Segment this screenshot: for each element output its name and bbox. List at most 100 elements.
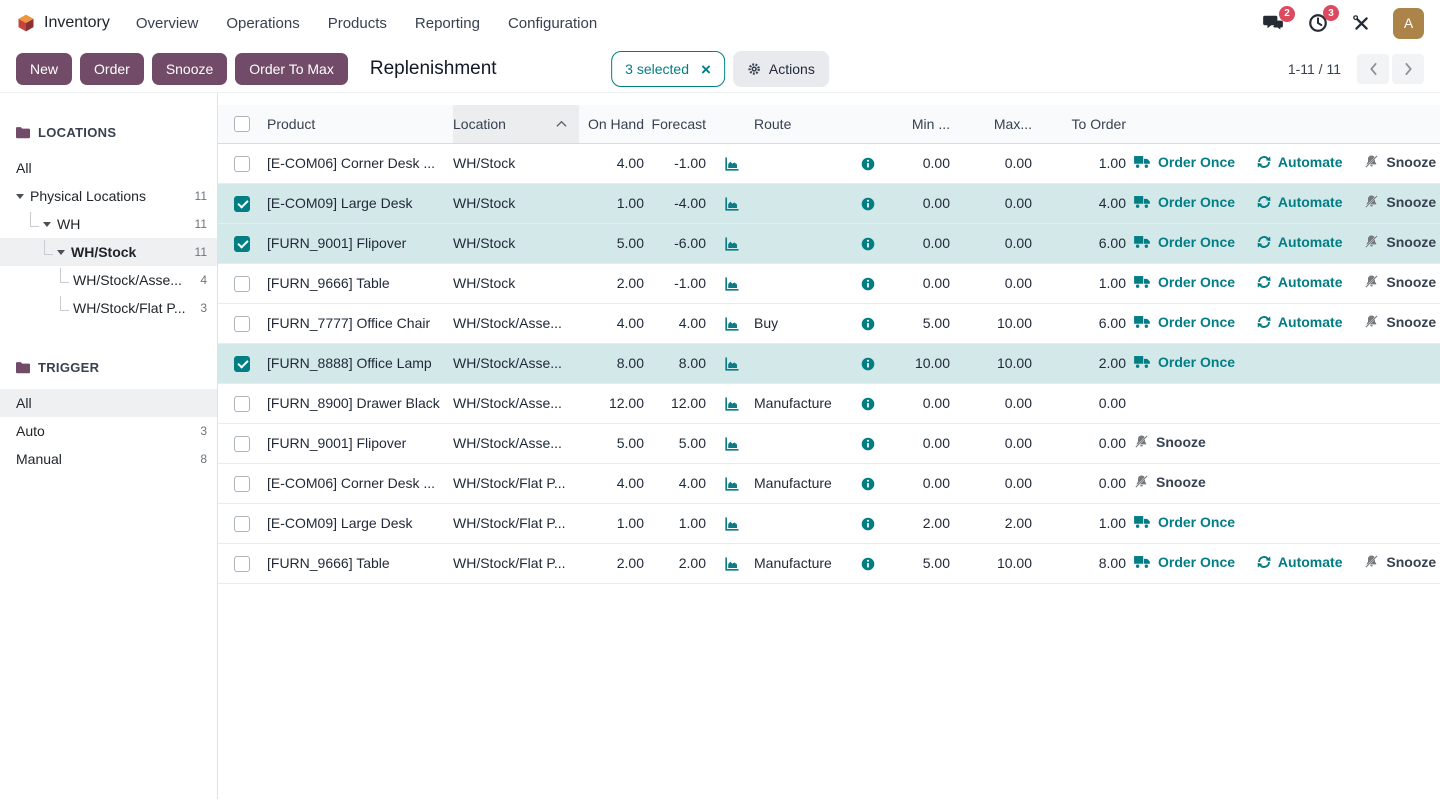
info-icon[interactable] [861,277,875,291]
sidebar-item-wh[interactable]: WH 11 [0,210,217,238]
max-cell[interactable]: 0.00 [954,183,1036,223]
row-checkbox[interactable] [234,316,250,332]
to-order-cell[interactable]: 6.00 [1036,303,1130,343]
max-cell[interactable]: 0.00 [954,463,1036,503]
forecast-chart-icon[interactable] [724,236,740,252]
col-route[interactable]: Route [754,105,850,143]
activities-button[interactable]: 3 [1306,11,1330,35]
nav-overview[interactable]: Overview [136,15,199,32]
table-row[interactable]: [FURN_9001] Flipover WH/Stock/Asse... 5.… [218,423,1440,463]
user-avatar[interactable]: A [1393,8,1424,39]
product-cell[interactable]: [FURN_9001] Flipover [267,423,453,463]
max-cell[interactable]: 0.00 [954,143,1036,183]
col-min[interactable]: Min ... [886,105,954,143]
min-cell[interactable]: 10.00 [886,343,954,383]
min-cell[interactable]: 0.00 [886,223,954,263]
sidebar-item-trigger-all[interactable]: All [0,389,217,417]
table-row[interactable]: [E-COM09] Large Desk WH/Stock/Flat P... … [218,503,1440,543]
snooze-button[interactable]: Snooze [1364,234,1436,250]
order-once-button[interactable]: Order Once [1134,554,1235,570]
forecast-chart-icon[interactable] [724,396,740,412]
snooze-button[interactable]: Snooze [1364,194,1436,210]
settings-tools-button[interactable] [1350,12,1373,35]
table-row[interactable]: [E-COM09] Large Desk WH/Stock 1.00 -4.00 [218,183,1440,223]
row-checkbox[interactable] [234,396,250,412]
forecast-chart-icon[interactable] [724,196,740,212]
col-to-order[interactable]: To Order [1036,105,1130,143]
select-all-checkbox[interactable] [234,116,250,132]
actions-button[interactable]: Actions [733,51,829,87]
to-order-cell[interactable]: 0.00 [1036,383,1130,423]
sidebar-item-physical-locations[interactable]: Physical Locations 11 [0,182,217,210]
row-checkbox[interactable] [234,276,250,292]
min-cell[interactable]: 0.00 [886,263,954,303]
order-to-max-button[interactable]: Order To Max [235,53,348,85]
order-button[interactable]: Order [80,53,144,85]
info-icon[interactable] [861,517,875,531]
to-order-cell[interactable]: 4.00 [1036,183,1130,223]
forecast-chart-icon[interactable] [724,516,740,532]
table-row[interactable]: [FURN_7777] Office Chair WH/Stock/Asse..… [218,303,1440,343]
min-cell[interactable]: 0.00 [886,383,954,423]
info-icon[interactable] [861,397,875,411]
col-forecast[interactable]: Forecast [648,105,710,143]
automate-button[interactable]: Automate [1257,194,1343,210]
snooze-button-top[interactable]: Snooze [152,53,227,85]
table-row[interactable]: [FURN_9666] Table WH/Stock 2.00 -1.00 0. [218,263,1440,303]
min-cell[interactable]: 2.00 [886,503,954,543]
nav-reporting[interactable]: Reporting [415,15,480,32]
pager-previous-button[interactable] [1357,54,1389,84]
automate-button[interactable]: Automate [1257,314,1343,330]
automate-button[interactable]: Automate [1257,154,1343,170]
table-row[interactable]: [FURN_9666] Table WH/Stock/Flat P... 2.0… [218,543,1440,583]
table-row[interactable]: [E-COM06] Corner Desk ... WH/Stock/Flat … [218,463,1440,503]
snooze-button[interactable]: Snooze [1134,434,1206,450]
product-cell[interactable]: [E-COM06] Corner Desk ... [267,463,453,503]
max-cell[interactable]: 0.00 [954,423,1036,463]
info-icon[interactable] [861,197,875,211]
automate-button[interactable]: Automate [1257,274,1343,290]
min-cell[interactable]: 5.00 [886,543,954,583]
table-row[interactable]: [FURN_9001] Flipover WH/Stock 5.00 -6.00 [218,223,1440,263]
sidebar-item-trigger-manual[interactable]: Manual 8 [0,445,217,473]
nav-products[interactable]: Products [328,15,387,32]
table-row[interactable]: [FURN_8900] Drawer Black WH/Stock/Asse..… [218,383,1440,423]
product-cell[interactable]: [E-COM09] Large Desk [267,503,453,543]
to-order-cell[interactable]: 1.00 [1036,143,1130,183]
min-cell[interactable]: 5.00 [886,303,954,343]
row-checkbox[interactable] [234,476,250,492]
product-cell[interactable]: [FURN_9666] Table [267,543,453,583]
sidebar-item-wh-stock-flat-p[interactable]: WH/Stock/Flat P... 3 [0,294,217,322]
messages-button[interactable]: 2 [1261,12,1286,35]
info-icon[interactable] [861,237,875,251]
product-cell[interactable]: [FURN_8888] Office Lamp [267,343,453,383]
info-icon[interactable] [861,557,875,571]
order-once-button[interactable]: Order Once [1134,354,1235,370]
forecast-chart-icon[interactable] [724,156,740,172]
min-cell[interactable]: 0.00 [886,423,954,463]
sidebar-item-all-locations[interactable]: All [0,154,217,182]
forecast-chart-icon[interactable] [724,436,740,452]
nav-operations[interactable]: Operations [226,15,299,32]
max-cell[interactable]: 0.00 [954,383,1036,423]
col-max[interactable]: Max... [954,105,1036,143]
product-cell[interactable]: [FURN_8900] Drawer Black [267,383,453,423]
min-cell[interactable]: 0.00 [886,183,954,223]
order-once-button[interactable]: Order Once [1134,274,1235,290]
max-cell[interactable]: 0.00 [954,223,1036,263]
order-once-button[interactable]: Order Once [1134,154,1235,170]
info-icon[interactable] [861,477,875,491]
row-checkbox[interactable] [234,556,250,572]
max-cell[interactable]: 10.00 [954,303,1036,343]
to-order-cell[interactable]: 6.00 [1036,223,1130,263]
max-cell[interactable]: 10.00 [954,543,1036,583]
info-icon[interactable] [861,437,875,451]
inventory-app-icon[interactable] [16,13,36,33]
min-cell[interactable]: 0.00 [886,463,954,503]
row-checkbox[interactable] [234,356,250,372]
to-order-cell[interactable]: 1.00 [1036,503,1130,543]
row-checkbox[interactable] [234,156,250,172]
app-name[interactable]: Inventory [44,14,110,32]
order-once-button[interactable]: Order Once [1134,514,1235,530]
order-once-button[interactable]: Order Once [1134,234,1235,250]
